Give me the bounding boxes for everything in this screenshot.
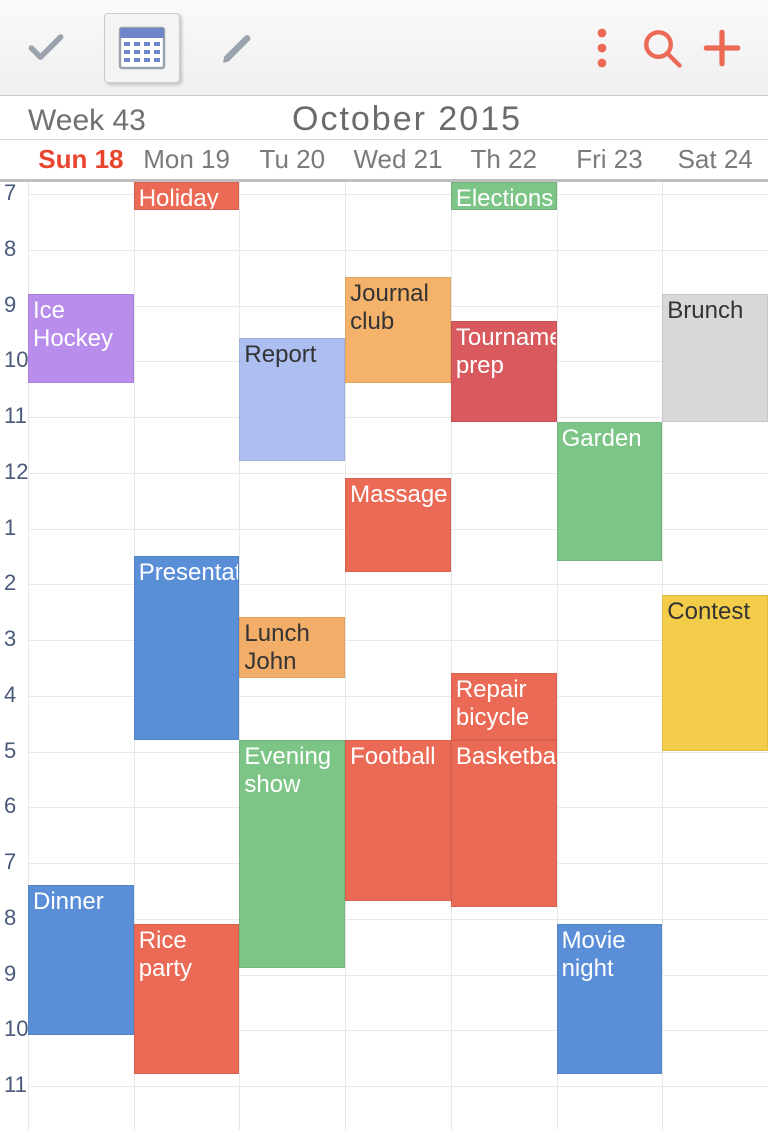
calendar-event[interactable]: Journal club [345,277,451,383]
event-title: Report [244,341,316,368]
day-header[interactable]: Wed 21 [345,144,451,175]
week-label: Week 43 [28,104,208,138]
day-header[interactable]: Tu 20 [239,144,345,175]
calendar-event[interactable]: Presentation [134,556,240,740]
day-header[interactable]: Sun 18 [28,144,134,175]
calendar-view-icon[interactable] [104,13,180,83]
hour-label: 11 [0,1072,28,1098]
hour-label: 3 [0,626,28,652]
day-header[interactable]: Fri 23 [557,144,663,175]
day-header[interactable]: Th 22 [451,144,557,175]
pencil-icon[interactable] [208,18,268,78]
event-title: Evening show [244,743,331,798]
search-icon[interactable] [632,18,692,78]
event-title: Movie night [562,927,626,982]
event-title: Elections [456,185,553,210]
event-title: Contest [667,598,750,625]
calendar-event[interactable]: Garden [557,422,663,561]
event-title: Tournament prep [456,324,557,379]
event-title: Presentation [139,559,240,586]
event-title: Dinner [33,888,104,915]
day-header[interactable]: Sat 24 [662,144,768,175]
hour-label: 10 [0,347,28,373]
event-title: Brunch [667,297,743,324]
hour-label: 9 [0,961,28,987]
calendar-event[interactable]: Report [239,338,345,461]
calendar-grid[interactable]: 7891011121234567891011HolidayElectionsIc… [0,182,768,1130]
hour-label: 9 [0,292,28,318]
calendar-event[interactable]: Tournament prep [451,321,557,421]
calendar-event[interactable]: Dinner [28,885,134,1036]
hour-label: 11 [0,403,28,429]
calendar-event[interactable]: Repair bicycle [451,673,557,740]
calendar-event[interactable]: Massage [345,478,451,573]
more-icon[interactable] [572,18,632,78]
day-header[interactable]: Mon 19 [134,144,240,175]
hour-label: 4 [0,682,28,708]
calendar-event[interactable]: Football [345,740,451,902]
hour-label: 8 [0,236,28,262]
calendar-event[interactable]: Lunch John [239,617,345,678]
plus-icon[interactable] [692,18,752,78]
calendar-event[interactable]: Ice Hockey [28,294,134,383]
checkmark-icon[interactable] [16,18,76,78]
calendar-event[interactable]: Rice party [134,924,240,1075]
hour-label: 12 [0,459,28,485]
calendar-event[interactable]: Elections [451,182,557,210]
event-title: Football [350,743,435,770]
event-title: Ice Hockey [33,297,113,352]
calendar-event[interactable]: Contest [662,595,768,751]
hour-label: 7 [0,849,28,875]
month-label: October 2015 [208,100,760,139]
event-title: Lunch John [244,620,309,675]
day-header-row: Sun 18Mon 19Tu 20Wed 21Th 22Fri 23Sat 24 [0,140,768,182]
event-title: Journal club [350,280,429,335]
event-title: Repair bicycle [456,676,529,731]
calendar-event[interactable]: Basketball [451,740,557,907]
toolbar [0,0,768,96]
calendar-event[interactable]: Holiday [134,182,240,210]
hour-label: 2 [0,570,28,596]
event-title: Massage [350,481,447,508]
hour-label: 5 [0,738,28,764]
event-title: Basketball [456,743,557,770]
hour-label: 10 [0,1016,28,1042]
calendar-event[interactable]: Movie night [557,924,663,1075]
event-title: Garden [562,425,642,452]
event-title: Holiday [139,185,219,210]
hour-label: 1 [0,515,28,541]
hour-label: 6 [0,793,28,819]
hour-label: 8 [0,905,28,931]
calendar-event[interactable]: Brunch [662,294,768,422]
event-title: Rice party [139,927,192,982]
calendar-header: Week 43 October 2015 [0,96,768,140]
hour-label: 7 [0,180,28,206]
calendar-event[interactable]: Evening show [239,740,345,969]
